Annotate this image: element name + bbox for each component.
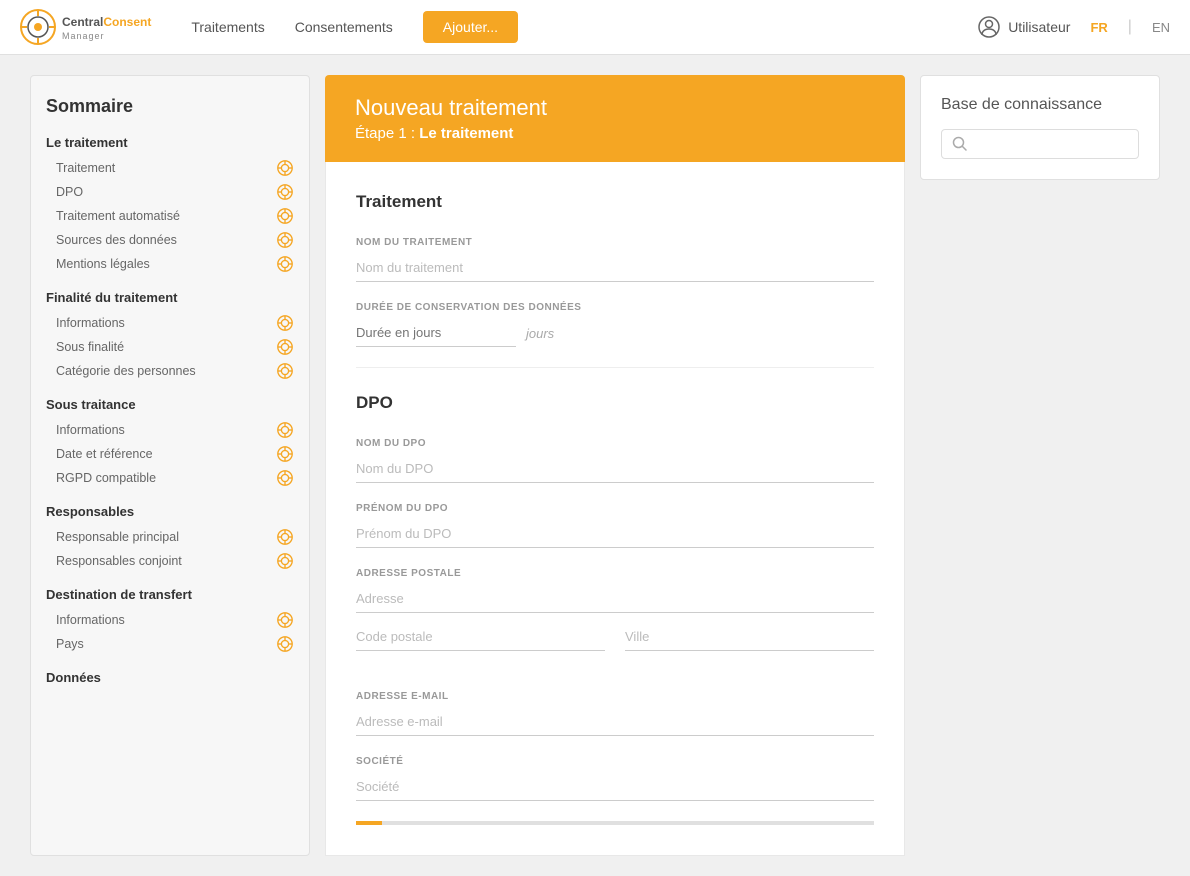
gdpr-icon (276, 255, 294, 273)
duration-row: jours (356, 319, 874, 347)
gdpr-icon (276, 552, 294, 570)
sidebar-item-pays[interactable]: Pays (46, 632, 294, 656)
user-section[interactable]: Utilisateur (978, 16, 1070, 38)
ajouter-button[interactable]: Ajouter... (423, 11, 518, 43)
gdpr-icon (276, 314, 294, 332)
sidebar-section-responsables: Responsables (46, 504, 294, 519)
ville-input[interactable] (625, 623, 874, 651)
sidebar-section-destination: Destination de transfert (46, 587, 294, 602)
nom-dpo-label: NOM DU DPO (356, 438, 874, 449)
sidebar-section-donnees: Données (46, 670, 294, 685)
right-panel: Base de connaissance (920, 75, 1160, 856)
divider-traitement-dpo (356, 367, 874, 368)
knowledge-box: Base de connaissance (920, 75, 1160, 180)
user-icon (978, 16, 1000, 38)
sidebar-item-informations-dest[interactable]: Informations (46, 608, 294, 632)
search-box[interactable] (941, 129, 1139, 159)
gdpr-icon (276, 421, 294, 439)
adresse-postale-group: ADRESSE POSTALE (356, 568, 874, 671)
sidebar-item-informations-sous[interactable]: Informations (46, 418, 294, 442)
header-right: Utilisateur FR | EN (978, 16, 1170, 38)
adresse-input[interactable] (356, 585, 874, 613)
main-container: Sommaire Le traitement Traitement DPO Tr… (0, 55, 1190, 876)
adresse-email-label: ADRESSE E-MAIL (356, 691, 874, 702)
nom-dpo-group: NOM DU DPO (356, 438, 874, 483)
prenom-dpo-group: PRÉNOM DU DPO (356, 503, 874, 548)
sidebar-item-traitement[interactable]: Traitement (46, 156, 294, 180)
sidebar-section-sous-traitance: Sous traitance (46, 397, 294, 412)
prenom-dpo-input[interactable] (356, 520, 874, 548)
logo: CentralConsent Manager (20, 9, 151, 45)
sidebar-item-sous-finalite[interactable]: Sous finalité (46, 335, 294, 359)
sidebar-item-informations-finalite[interactable]: Informations (46, 311, 294, 335)
lang-en[interactable]: EN (1152, 20, 1170, 35)
code-ville-row (356, 623, 874, 671)
adresse-email-input[interactable] (356, 708, 874, 736)
gdpr-icon (276, 207, 294, 225)
gdpr-icon (276, 635, 294, 653)
ville-group (625, 623, 874, 651)
sidebar-item-traitement-automatise[interactable]: Traitement automatisé (46, 204, 294, 228)
gdpr-icon (276, 469, 294, 487)
nom-traitement-group: NOM DU TRAITEMENT (356, 237, 874, 282)
sidebar-item-categorie-personnes[interactable]: Catégorie des personnes (46, 359, 294, 383)
gdpr-icon (276, 445, 294, 463)
sidebar-item-dpo[interactable]: DPO (46, 180, 294, 204)
societe-input[interactable] (356, 773, 874, 801)
knowledge-title: Base de connaissance (941, 96, 1139, 114)
banner-subtitle: Étape 1 : Le traitement (355, 125, 875, 142)
gdpr-icon (276, 338, 294, 356)
progress-bar-container (356, 821, 874, 825)
code-postal-group (356, 623, 605, 651)
duree-input[interactable] (356, 319, 516, 347)
search-icon (952, 136, 968, 152)
societe-label: SOCIÉTÉ (356, 756, 874, 767)
nav-consentements[interactable]: Consentements (295, 19, 393, 35)
nom-traitement-label: NOM DU TRAITEMENT (356, 237, 874, 248)
gdpr-icon (276, 362, 294, 380)
lang-fr[interactable]: FR (1090, 20, 1107, 35)
sidebar-section-le-traitement: Le traitement (46, 135, 294, 150)
page-banner: Nouveau traitement Étape 1 : Le traiteme… (325, 75, 905, 162)
sidebar-item-responsables-conjoint[interactable]: Responsables conjoint (46, 549, 294, 573)
gdpr-icon (276, 183, 294, 201)
sidebar-title: Sommaire (46, 96, 294, 117)
duration-unit: jours (526, 326, 554, 341)
content-area: Nouveau traitement Étape 1 : Le traiteme… (325, 75, 905, 856)
user-label: Utilisateur (1008, 19, 1070, 35)
sidebar-item-date-reference[interactable]: Date et référence (46, 442, 294, 466)
adresse-email-group: ADRESSE E-MAIL (356, 691, 874, 736)
adresse-postale-label: ADRESSE POSTALE (356, 568, 874, 579)
nom-dpo-input[interactable] (356, 455, 874, 483)
duree-group: DURÉE DE CONSERVATION DES DONNÉES jours (356, 302, 874, 347)
progress-bar-fill (356, 821, 382, 825)
traitement-section-title: Traitement (356, 192, 874, 217)
nav-traitements[interactable]: Traitements (191, 19, 264, 35)
app-header: CentralConsent Manager Traitements Conse… (0, 0, 1190, 55)
form-card: Traitement NOM DU TRAITEMENT DURÉE DE CO… (325, 162, 905, 856)
sidebar-item-sources-donnees[interactable]: Sources des données (46, 228, 294, 252)
gdpr-icon (276, 159, 294, 177)
sidebar-item-responsable-principal[interactable]: Responsable principal (46, 525, 294, 549)
sidebar: Sommaire Le traitement Traitement DPO Tr… (30, 75, 310, 856)
knowledge-search-input[interactable] (976, 137, 1128, 152)
gdpr-icon (276, 528, 294, 546)
sidebar-item-mentions-legales[interactable]: Mentions légales (46, 252, 294, 276)
societe-group: SOCIÉTÉ (356, 756, 874, 801)
duree-label: DURÉE DE CONSERVATION DES DONNÉES (356, 302, 874, 313)
main-nav: Traitements Consentements Ajouter... (191, 11, 978, 43)
sidebar-item-rgpd-compatible[interactable]: RGPD compatible (46, 466, 294, 490)
gdpr-icon (276, 231, 294, 249)
prenom-dpo-label: PRÉNOM DU DPO (356, 503, 874, 514)
code-postal-input[interactable] (356, 623, 605, 651)
banner-title: Nouveau traitement (355, 95, 875, 121)
sidebar-section-finalite: Finalité du traitement (46, 290, 294, 305)
gdpr-icon (276, 611, 294, 629)
logo-text: CentralConsent Manager (62, 13, 151, 41)
nom-traitement-input[interactable] (356, 254, 874, 282)
dpo-section-title: DPO (356, 393, 874, 418)
